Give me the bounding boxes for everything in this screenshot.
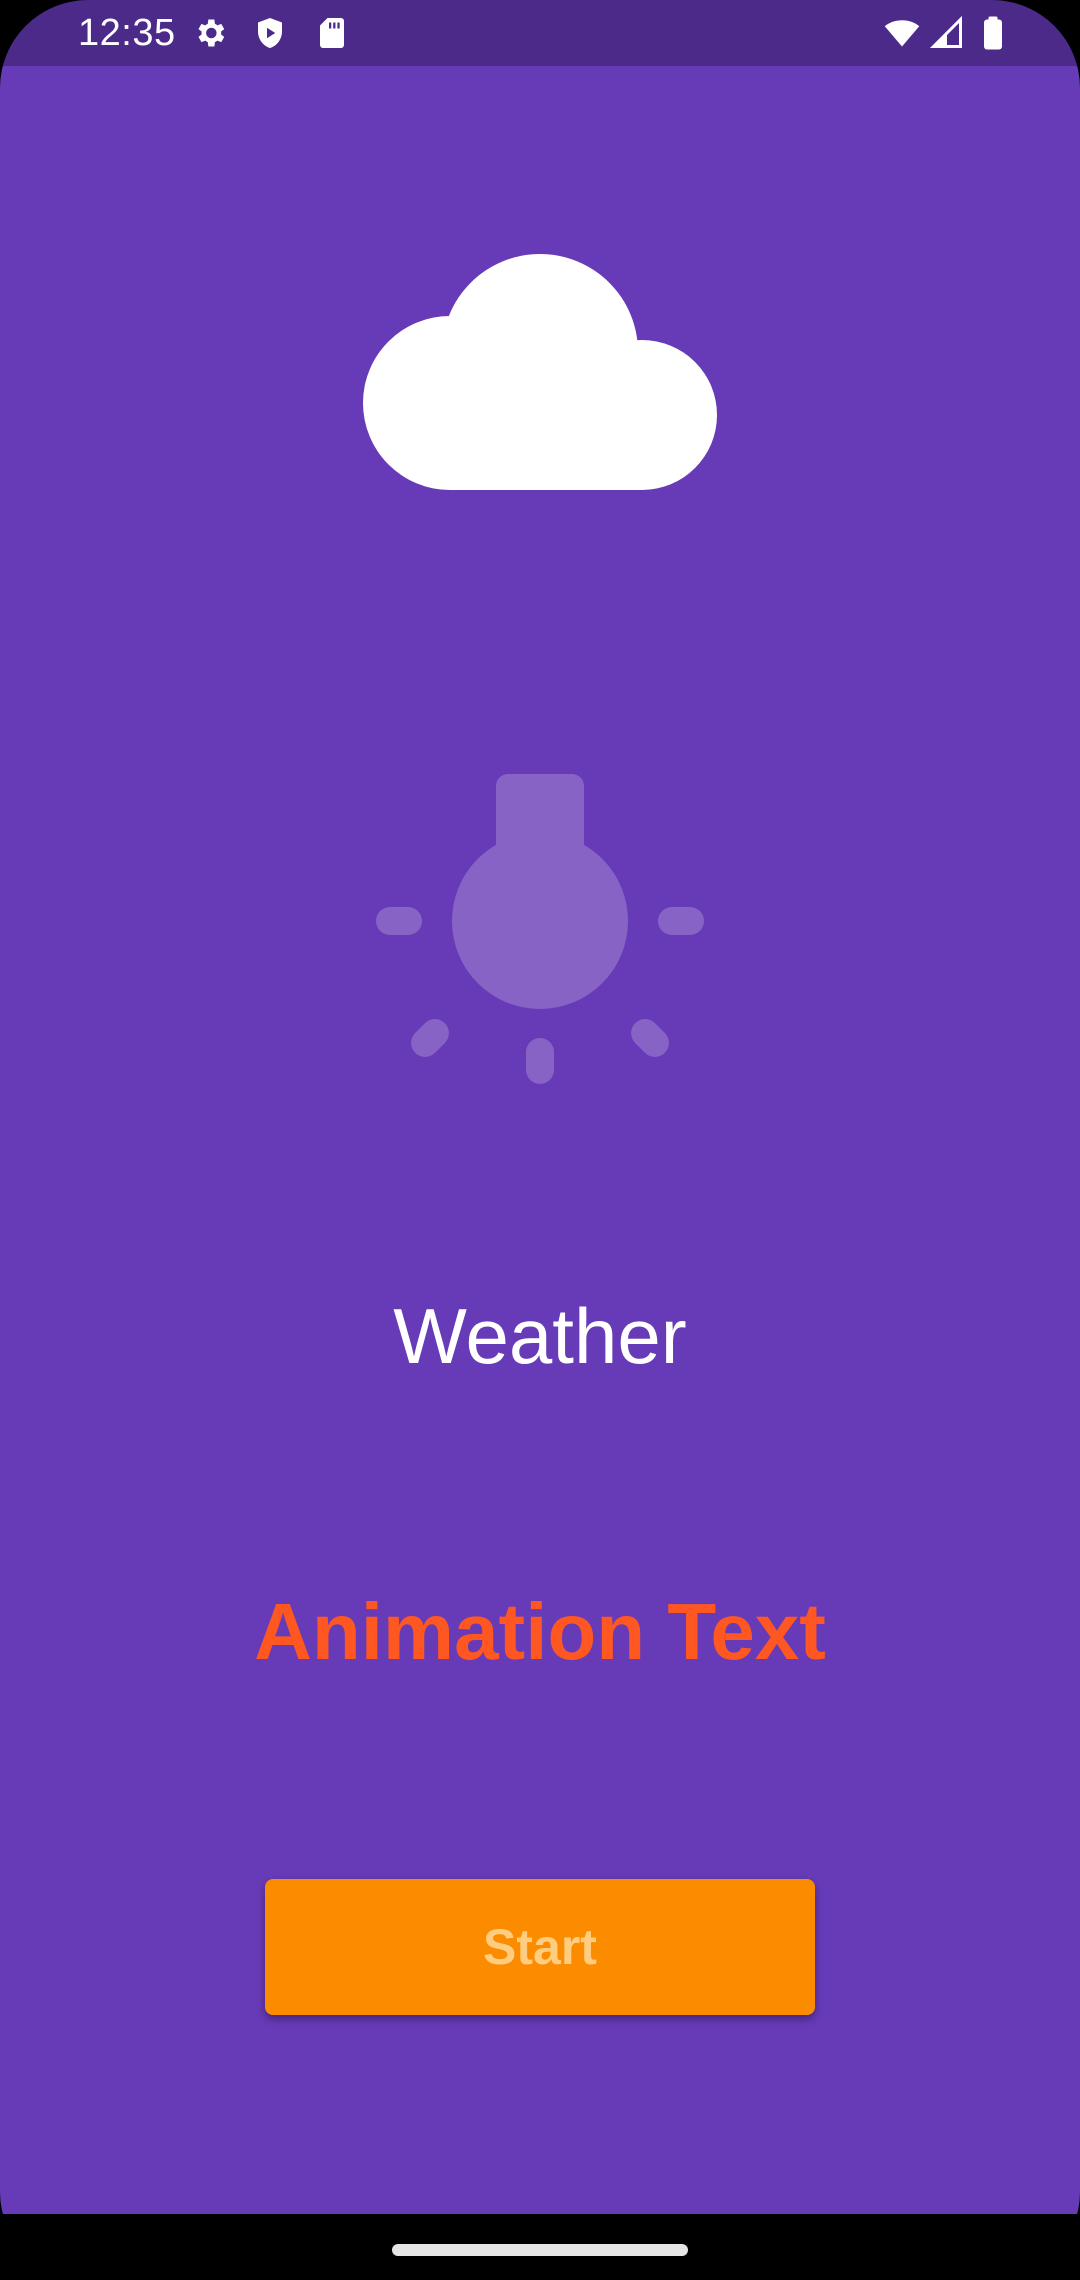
home-handle[interactable] (392, 2244, 688, 2256)
weather-title: Weather (393, 1292, 687, 1380)
weather-screen: Weather Animation Text Start (0, 66, 1080, 2214)
wifi-icon (882, 15, 922, 51)
light-bulb-icon (376, 774, 704, 1152)
status-bar: 12:35 (0, 0, 1080, 66)
cloud-icon (363, 254, 717, 490)
battery-icon (978, 15, 1008, 51)
shield-play-icon (252, 15, 288, 51)
sd-card-icon (314, 15, 350, 51)
navigation-bar (0, 2214, 1080, 2280)
phone-screen: 12:35 Weather Animation Text Start (0, 0, 1080, 2280)
cellular-signal-icon (928, 15, 966, 51)
animation-text: Animation Text (254, 1587, 826, 1676)
start-button[interactable]: Start (265, 1879, 815, 2015)
status-time: 12:35 (78, 12, 176, 54)
gear-icon (192, 15, 228, 51)
